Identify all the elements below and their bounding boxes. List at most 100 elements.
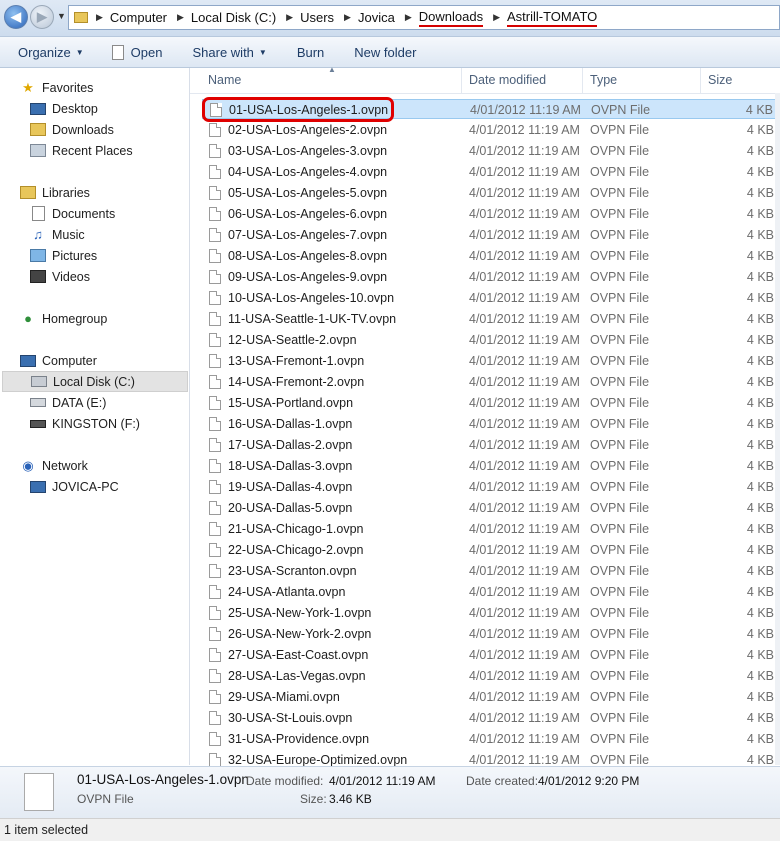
nav-local-disk[interactable]: Local Disk (C:) bbox=[2, 371, 188, 392]
nav-label: Pictures bbox=[52, 248, 98, 263]
file-name: 31-USA-Providence.ovpn bbox=[228, 732, 370, 746]
nav-network[interactable]: ◉ Network bbox=[20, 455, 88, 476]
file-row[interactable]: 17-USA-Dallas-2.ovpn 4/01/2012 11:19 AM OV… bbox=[202, 435, 780, 455]
file-row[interactable]: 28-USA-Las-Vegas.ovpn 4/01/2012 11:19 AM O… bbox=[202, 666, 780, 686]
chevron-right-icon[interactable]: ▶ bbox=[405, 12, 412, 23]
vertical-scrollbar[interactable] bbox=[775, 93, 780, 765]
chevron-right-icon[interactable]: ▶ bbox=[177, 12, 184, 23]
breadcrumb-jovica[interactable]: Jovica bbox=[358, 10, 395, 25]
nav-computer[interactable]: Computer bbox=[20, 350, 97, 371]
nav-libraries[interactable]: Libraries bbox=[20, 182, 90, 203]
nav-videos[interactable]: Videos bbox=[30, 266, 90, 287]
file-size: 4 KB bbox=[746, 627, 774, 641]
breadcrumb[interactable]: ▶ Computer ▶ Local Disk (C:) ▶ Users ▶ J… bbox=[68, 5, 780, 30]
file-row[interactable]: 13-USA-Fremont-1.ovpn 4/01/2012 11:19 AM O… bbox=[202, 351, 780, 371]
chevron-right-icon[interactable]: ▶ bbox=[286, 12, 293, 23]
file-row[interactable]: 06-USA-Los-Angeles-6.ovpn 4/01/2012 11:19… bbox=[202, 204, 780, 224]
nav-documents[interactable]: Documents bbox=[30, 203, 115, 224]
file-row[interactable]: 02-USA-Los-Angeles-2.ovpn 4/01/2012 11:19… bbox=[202, 120, 780, 140]
file-type: OVPN File bbox=[590, 165, 650, 179]
recent-pages-dropdown-icon[interactable]: ▼ bbox=[57, 11, 66, 21]
file-type: OVPN File bbox=[590, 711, 650, 725]
file-icon bbox=[209, 648, 221, 662]
nav-downloads[interactable]: Downloads bbox=[30, 119, 114, 140]
file-date-modified: 4/01/2012 11:19 AM bbox=[469, 627, 580, 641]
file-row[interactable]: 18-USA-Dallas-3.ovpn 4/01/2012 11:19 AM OV… bbox=[202, 456, 780, 476]
share-with-button[interactable]: Share with ▼ bbox=[192, 45, 266, 60]
column-type[interactable]: Type bbox=[590, 73, 617, 87]
file-row[interactable]: 11-USA-Seattle-1-UK-TV.ovpn 4/01/2012 11:… bbox=[202, 309, 780, 329]
file-row[interactable]: 10-USA-Los-Angeles-10.ovpn 4/01/2012 11:1… bbox=[202, 288, 780, 308]
back-button[interactable]: ◀ bbox=[4, 5, 28, 29]
file-size: 4 KB bbox=[746, 249, 774, 263]
file-icon bbox=[209, 333, 221, 347]
nav-music[interactable]: ♫ Music bbox=[30, 224, 85, 245]
file-row[interactable]: 15-USA-Portland.ovpn 4/01/2012 11:19 AM OV… bbox=[202, 393, 780, 413]
file-row[interactable]: 08-USA-Los-Angeles-8.ovpn 4/01/2012 11:19… bbox=[202, 246, 780, 266]
file-row[interactable]: 26-USA-New-York-2.ovpn 4/01/2012 11:19 AM… bbox=[202, 624, 780, 644]
nav-pictures[interactable]: Pictures bbox=[30, 245, 97, 266]
file-row[interactable]: 30-USA-St-Louis.ovpn 4/01/2012 11:19 AM OV… bbox=[202, 708, 780, 728]
file-row[interactable]: 12-USA-Seattle-2.ovpn 4/01/2012 11:19 AM O… bbox=[202, 330, 780, 350]
file-row[interactable]: 16-USA-Dallas-1.ovpn 4/01/2012 11:19 AM OV… bbox=[202, 414, 780, 434]
nav-kingston-f[interactable]: KINGSTON (F:) bbox=[30, 413, 140, 434]
chevron-right-icon[interactable]: ▶ bbox=[493, 12, 500, 23]
file-row[interactable]: 19-USA-Dallas-4.ovpn 4/01/2012 11:19 AM OV… bbox=[202, 477, 780, 497]
breadcrumb-astrill-tomato[interactable]: Astrill-TOMATO bbox=[507, 9, 598, 27]
burn-button[interactable]: Burn bbox=[297, 45, 324, 60]
file-size: 4 KB bbox=[746, 543, 774, 557]
file-row[interactable]: 25-USA-New-York-1.ovpn 4/01/2012 11:19 AM… bbox=[202, 603, 780, 623]
forward-button[interactable]: ▶ bbox=[30, 5, 54, 29]
new-folder-button[interactable]: New folder bbox=[354, 45, 416, 60]
homegroup-icon: ● bbox=[24, 311, 32, 326]
breadcrumb-local-disk[interactable]: Local Disk (C:) bbox=[191, 10, 276, 25]
file-date-modified: 4/01/2012 11:19 AM bbox=[469, 228, 580, 242]
file-name: 05-USA-Los-Angeles-5.ovpn bbox=[228, 186, 388, 200]
chevron-right-icon[interactable]: ▶ bbox=[96, 12, 103, 23]
open-button[interactable]: Open bbox=[111, 44, 162, 60]
file-date-modified: 4/01/2012 11:19 AM bbox=[469, 690, 580, 704]
column-size[interactable]: Size bbox=[708, 73, 732, 87]
file-row[interactable]: 21-USA-Chicago-1.ovpn 4/01/2012 11:19 AM O… bbox=[202, 519, 780, 539]
file-date-modified: 4/01/2012 11:19 AM bbox=[469, 375, 580, 389]
file-row[interactable]: 20-USA-Dallas-5.ovpn 4/01/2012 11:19 AM OV… bbox=[202, 498, 780, 518]
organize-button[interactable]: Organize ▼ bbox=[18, 45, 84, 60]
file-row[interactable]: 05-USA-Los-Angeles-5.ovpn 4/01/2012 11:19… bbox=[202, 183, 780, 203]
nav-recent-places[interactable]: Recent Places bbox=[30, 140, 133, 161]
file-row[interactable]: 04-USA-Los-Angeles-4.ovpn 4/01/2012 11:19… bbox=[202, 162, 780, 182]
nav-label: Libraries bbox=[42, 185, 90, 200]
file-row[interactable]: 23-USA-Scranton.ovpn 4/01/2012 11:19 AM OV… bbox=[202, 561, 780, 581]
file-type: OVPN File bbox=[590, 669, 650, 683]
breadcrumb-downloads[interactable]: Downloads bbox=[418, 9, 484, 27]
file-size: 4 KB bbox=[746, 690, 774, 704]
nav-data-e[interactable]: DATA (E:) bbox=[30, 392, 106, 413]
file-date-modified: 4/01/2012 11:19 AM bbox=[469, 648, 580, 662]
column-date-modified[interactable]: Date modified bbox=[469, 73, 546, 87]
file-row[interactable]: 07-USA-Los-Angeles-7.ovpn 4/01/2012 11:19… bbox=[202, 225, 780, 245]
nav-jovica-pc[interactable]: JOVICA-PC bbox=[30, 476, 119, 497]
nav-homegroup[interactable]: ● Homegroup bbox=[20, 308, 107, 329]
breadcrumb-computer[interactable]: Computer bbox=[110, 10, 167, 25]
column-divider[interactable] bbox=[461, 68, 462, 93]
file-row[interactable]: 27-USA-East-Coast.ovpn 4/01/2012 11:19 AM… bbox=[202, 645, 780, 665]
file-row[interactable]: 09-USA-Los-Angeles-9.ovpn 4/01/2012 11:19… bbox=[202, 267, 780, 287]
navigation-pane: ★ Favorites Desktop Downloads Recent Plac… bbox=[0, 68, 190, 765]
file-name: 14-USA-Fremont-2.ovpn bbox=[228, 375, 365, 389]
column-name[interactable]: Name bbox=[208, 73, 241, 87]
file-row[interactable]: 14-USA-Fremont-2.ovpn 4/01/2012 11:19 AM O… bbox=[202, 372, 780, 392]
file-size: 4 KB bbox=[746, 417, 774, 431]
file-row[interactable]: 03-USA-Los-Angeles-3.ovpn 4/01/2012 11:19… bbox=[202, 141, 780, 161]
column-divider[interactable] bbox=[582, 68, 583, 93]
nav-label: Videos bbox=[52, 269, 90, 284]
chevron-right-icon[interactable]: ▶ bbox=[344, 12, 351, 23]
details-size: 3.46 KB bbox=[329, 792, 372, 806]
column-divider[interactable] bbox=[700, 68, 701, 93]
nav-favorites[interactable]: ★ Favorites bbox=[20, 77, 93, 98]
file-row[interactable]: 24-USA-Atlanta.ovpn 4/01/2012 11:19 AM OVP… bbox=[202, 582, 780, 602]
file-row[interactable]: 31-USA-Providence.ovpn 4/01/2012 11:19 AM… bbox=[202, 729, 780, 749]
nav-desktop[interactable]: Desktop bbox=[30, 98, 98, 119]
breadcrumb-users[interactable]: Users bbox=[300, 10, 334, 25]
file-row[interactable]: 22-USA-Chicago-2.ovpn 4/01/2012 11:19 AM O… bbox=[202, 540, 780, 560]
nav-label: JOVICA-PC bbox=[52, 479, 119, 494]
file-row[interactable]: 29-USA-Miami.ovpn 4/01/2012 11:19 AM OVPN … bbox=[202, 687, 780, 707]
